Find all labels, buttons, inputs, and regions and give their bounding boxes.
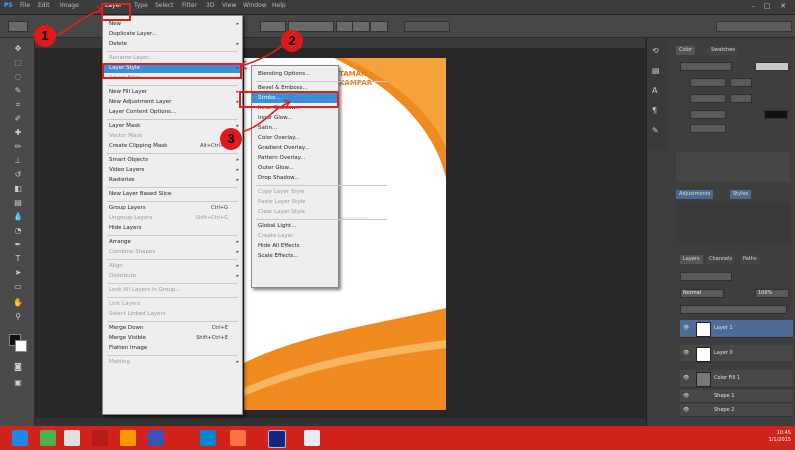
app-icon[interactable] <box>40 430 56 446</box>
step-badge-2: 2 <box>281 30 303 52</box>
photoshop-taskbar-icon[interactable] <box>268 430 286 448</box>
clock-time: 10:45 <box>776 430 791 436</box>
clock-date: 1/1/2015 <box>768 437 791 443</box>
start-button-icon[interactable] <box>12 430 28 446</box>
step-badge-1: 1 <box>34 25 56 47</box>
taskbar: 10:45 1/1/2015 <box>0 426 795 450</box>
system-tray[interactable]: 10:45 1/1/2015 <box>769 430 791 444</box>
app-icon[interactable] <box>230 430 246 446</box>
app-icon[interactable] <box>304 430 320 446</box>
step-badge-3: 3 <box>220 128 242 150</box>
app-icon[interactable] <box>120 430 136 446</box>
app-icon[interactable] <box>92 430 108 446</box>
app-icon[interactable] <box>64 430 80 446</box>
annotation-arrows <box>57 5 292 133</box>
app-icon[interactable] <box>148 430 164 446</box>
app-icon[interactable] <box>200 430 216 446</box>
